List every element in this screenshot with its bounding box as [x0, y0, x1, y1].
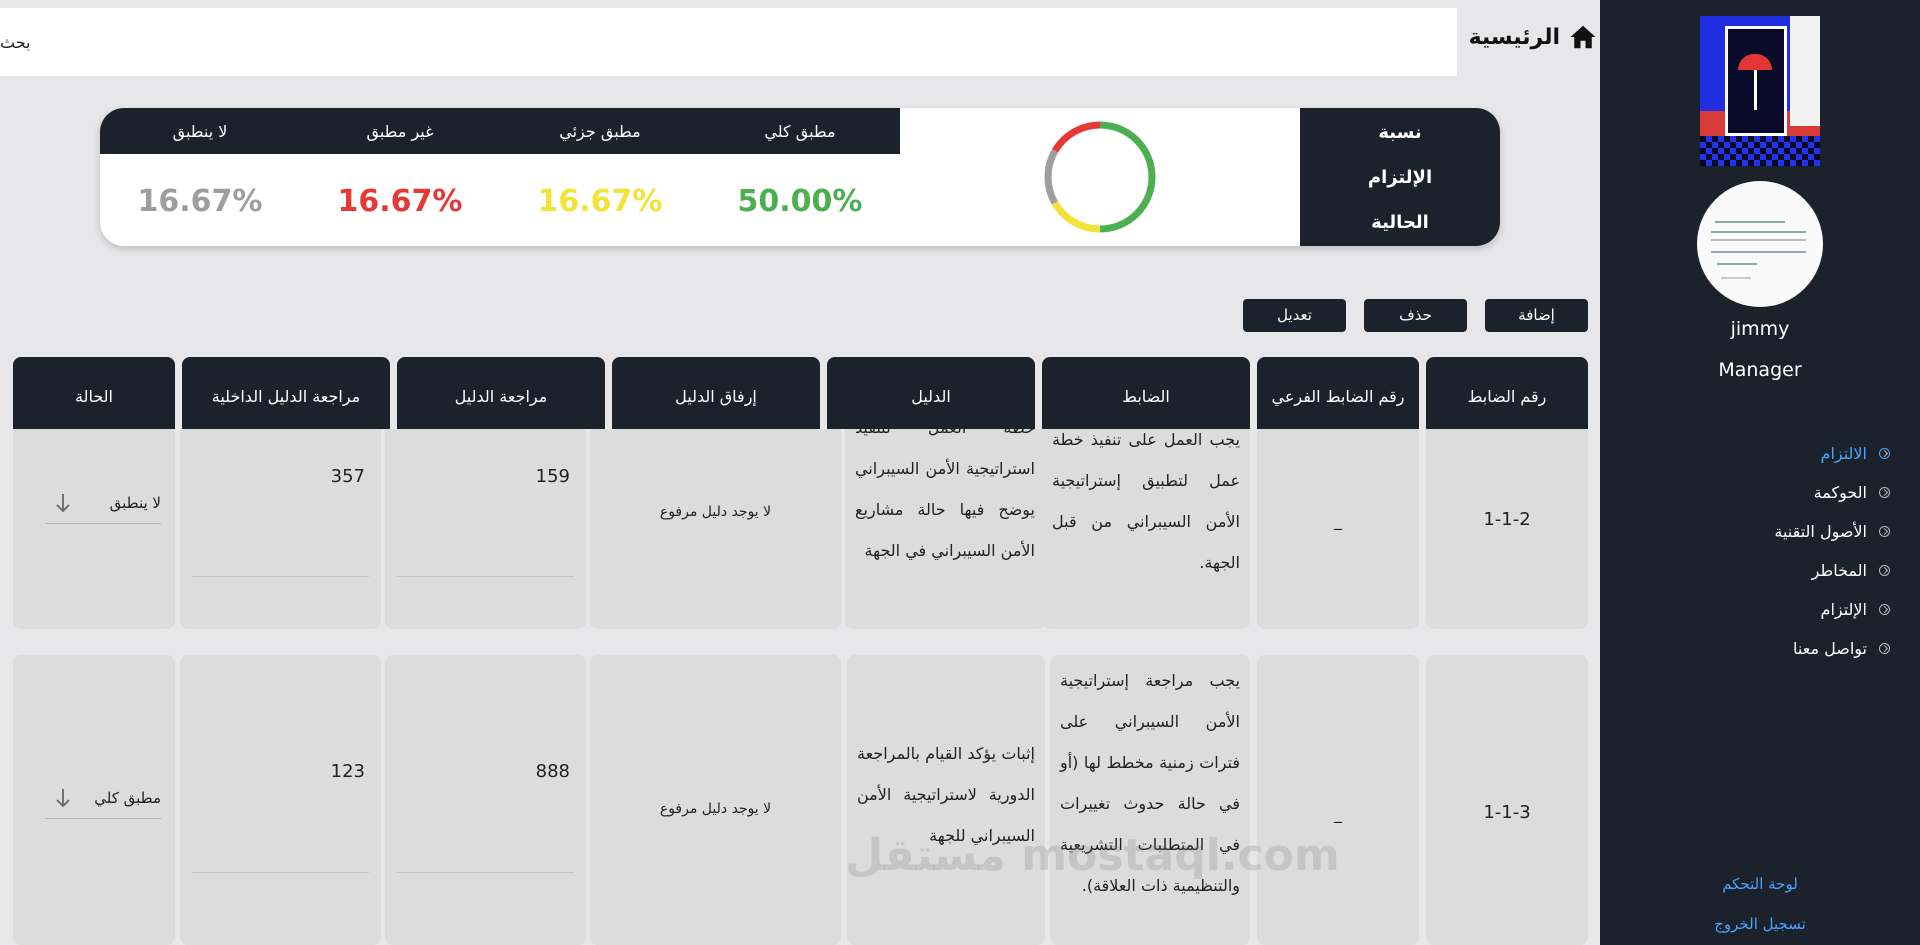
- sidebar-item-assets[interactable]: الأصول التقنية: [1740, 512, 1890, 551]
- cell-evidence: إثبات يؤكد القيام بالمراجعة الدورية لاست…: [847, 655, 1045, 945]
- status-select[interactable]: لا ينطبق: [45, 488, 161, 524]
- sidebar-item-label: الأصول التقنية: [1774, 522, 1867, 541]
- evidence-text: خطة العمل لتنفيذ استراتيجية الأمن السيبر…: [855, 429, 1035, 560]
- compass-icon: [1879, 448, 1890, 459]
- sidebar-item-commitment[interactable]: الالتزام: [1740, 434, 1890, 473]
- cell-sub-control-number: _: [1257, 655, 1419, 945]
- status-value: مطبق كلي: [94, 789, 161, 807]
- cell-internal-review: 357: [180, 429, 381, 629]
- sidebar-item-label: المخاطر: [1811, 561, 1867, 580]
- compass-icon: [1879, 487, 1890, 498]
- arrow-down-icon: [56, 494, 70, 513]
- cell-internal-review: 123: [180, 655, 381, 945]
- dashboard-link[interactable]: لوحة التحكم: [1600, 875, 1920, 893]
- sidebar-item-compliance[interactable]: الإلتزام: [1740, 590, 1890, 629]
- control-text: يجب العمل على تنفيذ خطة عمل لتطبيق إسترا…: [1052, 430, 1240, 572]
- stat-label-full: مطبق كلي: [764, 122, 836, 141]
- internal-review-value: 357: [330, 466, 365, 487]
- sub-control-number: _: [1334, 804, 1342, 823]
- cell-status: مطبق كلي: [13, 655, 175, 945]
- status-select[interactable]: مطبق كلي: [45, 783, 161, 819]
- cell-evidence-review: 159: [385, 429, 586, 629]
- internal-review-value: 123: [330, 761, 365, 782]
- sidebar-item-contact[interactable]: تواصل معنا: [1740, 629, 1890, 668]
- sidebar-item-label: تواصل معنا: [1793, 639, 1867, 658]
- logout-link[interactable]: تسجيل الخروج: [1600, 915, 1920, 933]
- cell-control: يجب مراجعة إستراتيجية الأمن السيبراني عل…: [1050, 655, 1250, 945]
- column-header-status[interactable]: الحالة: [13, 357, 175, 429]
- stat-label-partial: مطبق جزئي: [559, 122, 641, 141]
- cell-control-number: 1-1-3: [1426, 655, 1588, 945]
- control-number: 1-1-2: [1483, 509, 1531, 530]
- cell-evidence-review: 888: [385, 655, 586, 945]
- compass-icon: [1879, 526, 1890, 537]
- column-header-evidence-review[interactable]: مراجعة الدليل: [397, 357, 605, 429]
- compliance-label-line1: نسبة: [1378, 122, 1422, 143]
- compass-icon: [1879, 643, 1890, 654]
- user-name: jimmy: [1730, 318, 1790, 340]
- column-header-attach-evidence[interactable]: إرفاق الدليل: [612, 357, 820, 429]
- compliance-card: مطبق كلي مطبق جزئي غير مطبق لا ينطبق 50.…: [100, 108, 1500, 246]
- cell-evidence: خطة العمل لتنفيذ استراتيجية الأمن السيبر…: [845, 429, 1045, 629]
- sidebar-item-label: الحوكمة: [1813, 483, 1867, 502]
- sidebar-menu: الالتزام الحوكمة الأصول التقنية المخاطر …: [1740, 434, 1890, 668]
- status-value: لا ينطبق: [109, 494, 161, 512]
- avatar[interactable]: [1697, 181, 1823, 307]
- cell-control: يجب العمل على تنفيذ خطة عمل لتطبيق إسترا…: [1042, 429, 1250, 629]
- stat-value-not-applicable: 16.67%: [137, 184, 263, 219]
- user-role: Manager: [1718, 359, 1802, 381]
- column-header-control-number[interactable]: رقم الضابط: [1426, 357, 1588, 429]
- cell-attach-evidence[interactable]: لا يوجد دليل مرفوع: [590, 429, 841, 629]
- column-header-internal-review[interactable]: مراجعة الدليل الداخلية: [182, 357, 390, 429]
- breadcrumb: الرئيسية: [1468, 22, 1598, 52]
- cell-status: لا ينطبق: [13, 429, 175, 629]
- stat-label-not-applied: غير مطبق: [366, 122, 434, 141]
- sidebar-item-risks[interactable]: المخاطر: [1740, 551, 1890, 590]
- compass-icon: [1879, 565, 1890, 576]
- sidebar-item-label: الإلتزام: [1820, 600, 1867, 619]
- compass-icon: [1879, 604, 1890, 615]
- add-button[interactable]: إضافة: [1485, 299, 1588, 332]
- watermark: مستقل mostaql.com: [845, 830, 1340, 881]
- stat-value-partial: 16.67%: [537, 184, 663, 219]
- attachment-status: لا يوجد دليل مرفوع: [659, 801, 772, 817]
- delete-button[interactable]: حذف: [1364, 299, 1467, 332]
- home-icon[interactable]: [1568, 22, 1598, 52]
- compliance-label-line2: الإلتزام: [1367, 167, 1433, 188]
- cell-sub-control-number: _: [1257, 429, 1419, 629]
- compliance-label-panel: نسبة الإلتزام الحالية: [1300, 108, 1500, 246]
- cell-attach-evidence[interactable]: لا يوجد دليل مرفوع: [590, 655, 841, 945]
- brand-logo: [1700, 16, 1820, 166]
- stat-value-full: 50.00%: [737, 184, 863, 219]
- stat-label-not-applicable: لا ينطبق: [172, 122, 228, 141]
- evidence-review-value: 159: [535, 466, 570, 487]
- sub-control-number: _: [1334, 511, 1342, 530]
- column-header-evidence[interactable]: الدليل: [827, 357, 1035, 429]
- column-header-control[interactable]: الضابط: [1042, 357, 1250, 429]
- arrow-down-icon: [56, 789, 70, 808]
- compliance-label-line3: الحالية: [1371, 212, 1429, 233]
- sidebar-item-governance[interactable]: الحوكمة: [1740, 473, 1890, 512]
- cell-control-number: 1-1-2: [1426, 429, 1588, 629]
- column-header-sub-control-number[interactable]: رقم الضابط الفرعي: [1257, 357, 1419, 429]
- search-bar: [0, 8, 1457, 76]
- attachment-status: لا يوجد دليل مرفوع: [659, 504, 772, 520]
- stats-header: مطبق كلي مطبق جزئي غير مطبق لا ينطبق: [100, 108, 900, 154]
- search-input[interactable]: [0, 8, 1457, 76]
- evidence-review-value: 888: [535, 761, 570, 782]
- stat-value-not-applied: 16.67%: [337, 184, 463, 219]
- control-number: 1-1-3: [1483, 802, 1531, 823]
- page-title: الرئيسية: [1468, 24, 1560, 50]
- compliance-donut-chart: [1044, 121, 1156, 233]
- edit-button[interactable]: تعديل: [1243, 299, 1346, 332]
- sidebar-item-label: الالتزام: [1820, 444, 1867, 463]
